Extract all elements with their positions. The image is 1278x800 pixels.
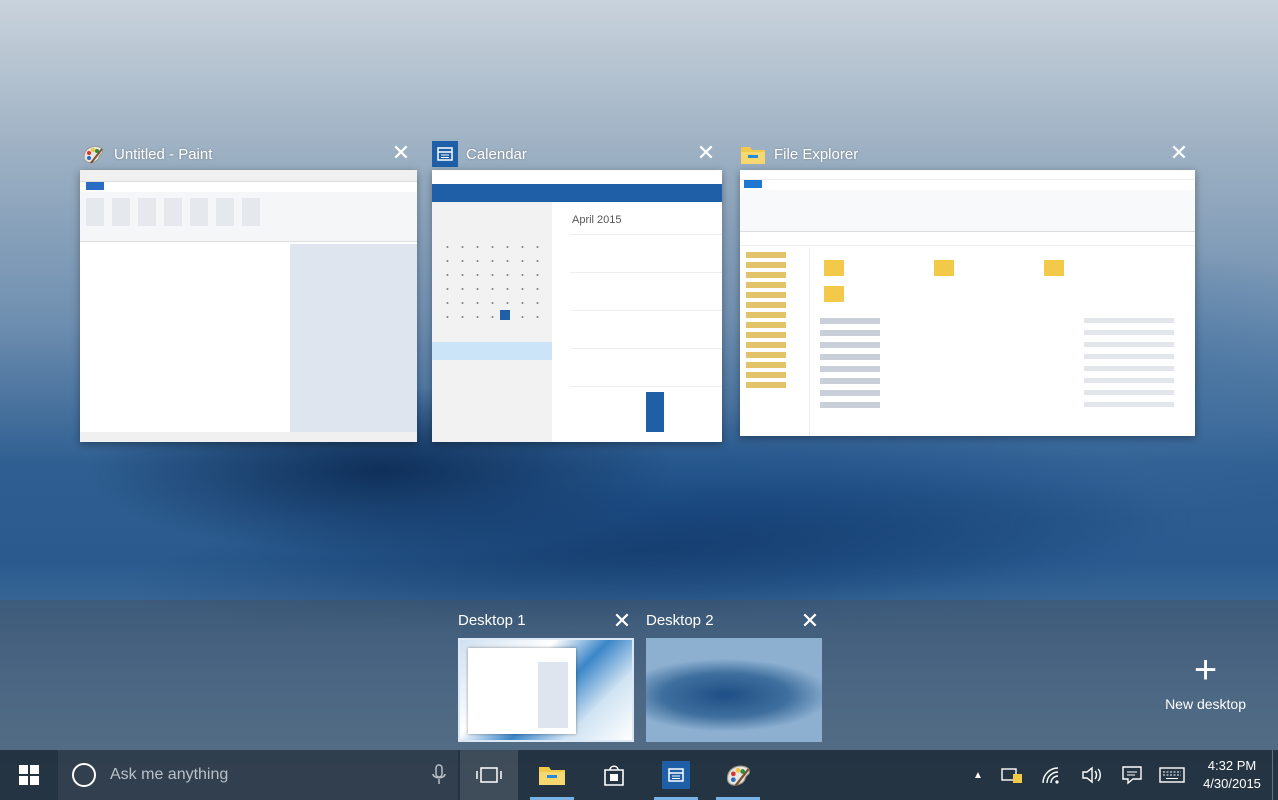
file-explorer-icon xyxy=(539,767,565,785)
paint-icon xyxy=(80,141,106,167)
clock[interactable]: 4:32 PM 4/30/2015 xyxy=(1192,757,1272,793)
new-desktop-label: New desktop xyxy=(1165,696,1246,712)
store-icon xyxy=(604,765,624,786)
new-desktop-button[interactable]: + New desktop xyxy=(1165,650,1246,712)
close-icon[interactable]: ✕ xyxy=(389,142,413,164)
window-header: File Explorer ✕ xyxy=(740,140,1195,168)
folder-icon xyxy=(740,141,766,167)
search-input[interactable]: Ask me anything xyxy=(110,750,228,800)
taskbar-app-paint[interactable] xyxy=(712,750,764,800)
chevron-up-icon[interactable]: ▲ xyxy=(964,750,992,800)
desktop-label: Desktop 2 xyxy=(646,612,714,629)
desktop-1[interactable]: Desktop 1 ✕ xyxy=(458,608,634,748)
show-desktop-button[interactable] xyxy=(1272,750,1278,800)
desktop-thumbnail[interactable] xyxy=(458,638,634,742)
window-thumbnail[interactable] xyxy=(80,170,417,442)
window-header: Calendar ✕ xyxy=(432,140,722,168)
window-title: Untitled - Paint xyxy=(114,145,213,163)
window-header: Untitled - Paint ✕ xyxy=(80,140,417,168)
microphone-icon[interactable] xyxy=(432,764,446,791)
window-title: File Explorer xyxy=(774,145,859,163)
keyboard-icon[interactable] xyxy=(1152,750,1192,800)
window-paint[interactable]: Untitled - Paint ✕ xyxy=(80,140,417,445)
desktop-label: Desktop 1 xyxy=(458,612,526,629)
paint-icon xyxy=(726,765,750,787)
start-button[interactable] xyxy=(0,750,58,800)
clock-time: 4:32 PM xyxy=(1207,758,1257,773)
window-title: Calendar xyxy=(466,145,527,163)
calendar-icon xyxy=(432,141,458,167)
calendar-month-title: April 2015 xyxy=(572,214,622,226)
window-thumbnail[interactable] xyxy=(740,170,1195,436)
task-view-icon xyxy=(476,767,502,783)
plus-icon: + xyxy=(1193,648,1218,692)
wifi-icon[interactable] xyxy=(1032,750,1072,800)
taskbar-app-calendar[interactable] xyxy=(650,750,702,800)
desktop-2[interactable]: Desktop 2 ✕ xyxy=(646,608,822,748)
close-icon[interactable]: ✕ xyxy=(1167,142,1191,164)
taskbar-app-file-explorer[interactable] xyxy=(526,750,578,800)
clock-date: 4/30/2015 xyxy=(1203,776,1261,791)
window-file-explorer[interactable]: File Explorer ✕ xyxy=(740,140,1195,445)
cortana-icon[interactable] xyxy=(72,763,96,787)
action-center-device-icon[interactable] xyxy=(992,750,1032,800)
calendar-icon xyxy=(662,761,690,789)
window-thumbnail[interactable]: April 2015 xyxy=(432,170,722,442)
desktop-thumbnail[interactable] xyxy=(646,638,822,742)
notifications-icon[interactable] xyxy=(1112,750,1152,800)
task-view-button[interactable] xyxy=(460,750,518,800)
close-icon[interactable]: ✕ xyxy=(798,608,822,634)
windows-logo-icon xyxy=(19,765,39,785)
close-icon[interactable]: ✕ xyxy=(694,142,718,164)
close-icon[interactable]: ✕ xyxy=(610,608,634,634)
window-calendar[interactable]: Calendar ✕ April 2015 xyxy=(432,140,722,445)
taskbar-app-store[interactable] xyxy=(588,750,640,800)
volume-icon[interactable] xyxy=(1072,750,1112,800)
taskbar: Ask me anything ▲ 4:32 PM 4/30/2015 xyxy=(0,750,1278,800)
search-box[interactable]: Ask me anything xyxy=(58,750,458,800)
system-tray: ▲ 4:32 PM 4/30/2015 xyxy=(964,750,1278,800)
virtual-desktops-bar: Desktop 1 ✕ Desktop 2 ✕ + New desktop xyxy=(0,600,1278,750)
